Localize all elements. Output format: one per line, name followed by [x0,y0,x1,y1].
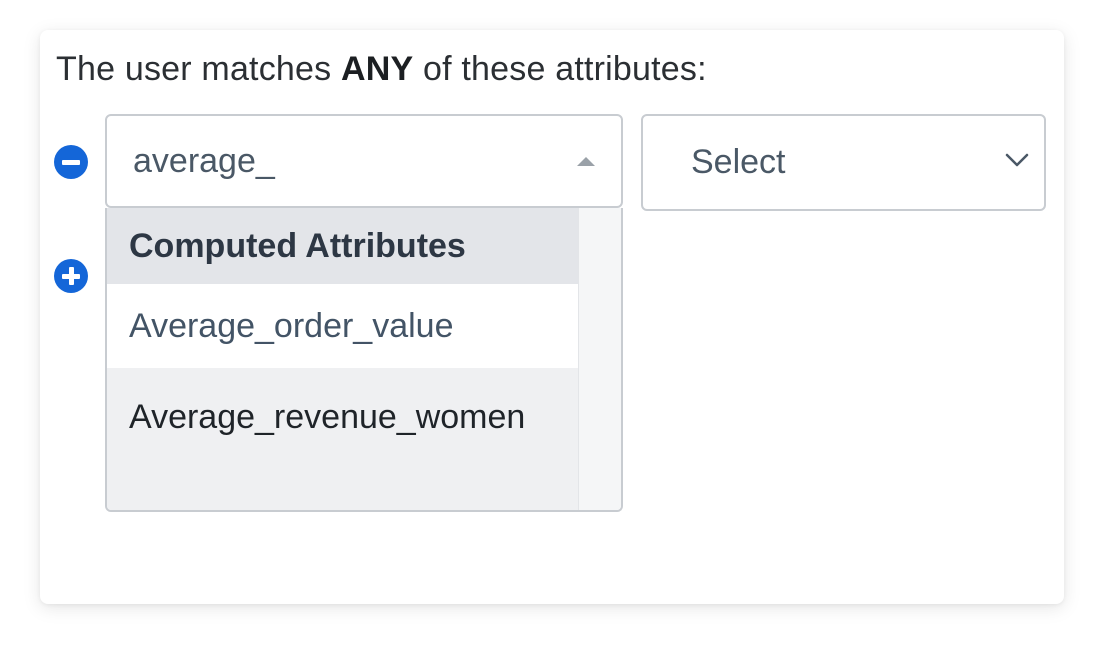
add-condition-button[interactable] [54,259,88,293]
attribute-combobox[interactable] [105,114,623,208]
heading-emphasis: ANY [340,50,414,88]
attribute-search-input[interactable] [133,142,553,181]
plus-circle-icon [54,259,88,293]
chevron-down-icon [1005,153,1029,167]
heading-suffix: of these attributes: [413,50,707,88]
dropdown-option-average-order-value[interactable]: Average_order_value [107,284,581,368]
remove-condition-button[interactable] [54,145,88,179]
rule-heading: The user matches ANY of these attributes… [56,50,707,89]
dropdown-group-header: Computed Attributes [107,208,581,284]
segment-rule-card: The user matches ANY of these attributes… [40,30,1064,604]
dropdown-scrollbar[interactable] [578,208,621,510]
operator-select[interactable]: Select [641,114,1046,211]
attribute-dropdown-menu: Computed Attributes Average_order_value … [105,208,623,512]
operator-select-label: Select [691,143,786,181]
caret-up-icon[interactable] [577,157,595,166]
minus-circle-icon [54,145,88,179]
dropdown-option-average-revenue-women[interactable]: Average_revenue_women [107,368,581,510]
heading-prefix: The user matches [56,50,341,88]
